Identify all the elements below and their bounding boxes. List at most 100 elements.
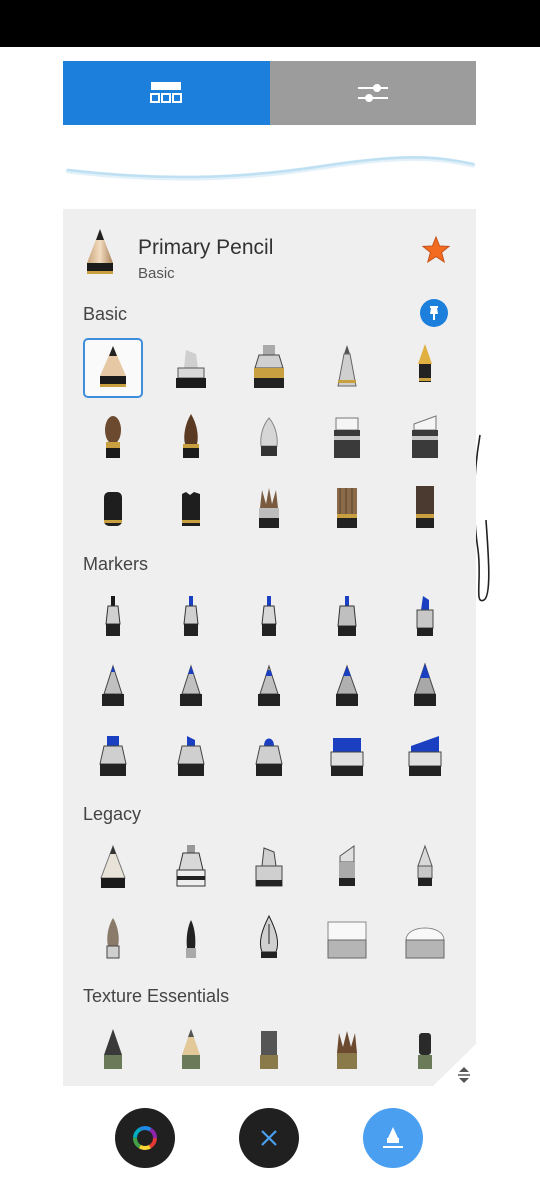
brush-grid-legacy [83,838,463,970]
brush-fine-liner-1[interactable] [83,588,143,648]
resize-handle-icon[interactable] [456,1066,472,1084]
round-brush-icon [105,416,121,458]
brush-texture-stamp[interactable] [239,1021,299,1081]
texture-crayon-icon [182,1029,200,1069]
wide-marker-icon [99,736,127,776]
brush-wide-marker-3[interactable] [239,728,299,788]
soft-tip-icon [260,417,278,456]
favorite-star-icon[interactable] [421,235,451,265]
brush-airbrush[interactable] [239,338,299,398]
airbrush-icon [254,345,284,388]
brush-grid-texture-essentials [83,1021,463,1081]
brush-pencil[interactable] [83,338,143,398]
dry-brush-icon [337,488,357,528]
brush-legacy-soft-eraser[interactable] [395,910,455,970]
sliders-icon [357,84,388,102]
brush-technical-pen[interactable] [317,588,377,648]
brush-wide-marker-1[interactable] [83,728,143,788]
brush-texture-crayon[interactable] [161,1021,221,1081]
texture-stamp-icon [260,1031,278,1069]
pin-button[interactable] [420,299,448,327]
flat-marker-icon [412,415,438,458]
legacy-fountain-pen-icon [259,914,279,958]
brush-marker-round[interactable] [239,658,299,718]
brush-dry-brush[interactable] [317,478,377,538]
brush-angled-block-marker[interactable] [395,728,455,788]
flat-brush-icon [416,486,434,528]
brush-legacy-round-brush[interactable] [83,910,143,970]
brush-icon [383,1127,403,1148]
brush-marker-brush[interactable] [395,658,455,718]
brush-blunt-pastel[interactable] [83,478,143,538]
brush-grid-icon [150,82,183,103]
brush-round-brush[interactable] [83,408,143,468]
brush-texture-charcoal[interactable] [395,1021,455,1081]
brush-wide-marker[interactable] [317,408,377,468]
legacy-soft-eraser-icon [405,927,445,959]
brush-texture-bristle[interactable] [317,1021,377,1081]
brush-fountain-pen[interactable] [395,338,455,398]
primary-pencil-icon [87,229,113,274]
fountain-pen-icon [418,344,432,382]
close-button[interactable] [239,1108,299,1168]
brush-ink-brush[interactable] [161,408,221,468]
tab-brush-library[interactable] [63,61,270,125]
brush-charcoal[interactable] [161,478,221,538]
brush-block-marker[interactable] [317,728,377,788]
texture-charcoal-icon [418,1033,432,1069]
wide-marker-icon [255,738,283,776]
brush-title: Primary Pencil [138,236,274,259]
legacy-pencil-icon [100,844,126,888]
brush-legacy-pencil[interactable] [83,838,143,898]
brush-legacy-ink-brush[interactable] [161,910,221,970]
color-wheel-icon [133,1126,157,1150]
chisel-marker-icon [176,350,206,388]
pencil-icon [100,346,126,387]
brush-marker-fine[interactable] [83,658,143,718]
color-button[interactable] [115,1108,175,1168]
marker-round-icon [258,664,280,706]
brush-grid-markers [83,588,463,788]
brush-marker-medium[interactable] [161,658,221,718]
brush-flat-brush[interactable] [395,478,455,538]
brush-legacy-ballpoint[interactable] [395,838,455,898]
legacy-round-brush-icon [106,918,120,959]
marker-brush-icon [414,662,436,706]
brush-legacy-flat-marker[interactable] [317,838,377,898]
legacy-airbrush-icon [176,845,206,887]
bristle-icon [259,488,279,528]
brush-legacy-airbrush[interactable] [161,838,221,898]
brush-flat-marker[interactable] [395,408,455,468]
brush-library-panel: Primary Pencil Basic Basic Markers Legac… [63,209,476,1086]
brush-legacy-chisel[interactable] [239,838,299,898]
section-label-texture-essentials: Texture Essentials [83,986,230,1006]
brush-wide-marker-2[interactable] [161,728,221,788]
ballpoint-icon [337,345,357,387]
fine-liner-icon [183,596,199,636]
tab-brush-properties[interactable] [269,61,476,125]
legacy-ink-brush-icon [186,920,196,958]
brush-legacy-eraser[interactable] [317,910,377,970]
brush-chisel-marker[interactable] [161,338,221,398]
brush-fine-liner-3[interactable] [239,588,299,648]
ink-brush-icon [183,414,199,458]
brush-soft-eraser-tip[interactable] [239,408,299,468]
fine-liner-icon [261,596,277,636]
brush-bristle[interactable] [239,478,299,538]
brush-legacy-fountain-pen[interactable] [239,910,299,970]
brush-grid-basic [83,338,463,538]
bottom-toolbar [0,1108,540,1168]
brush-texture-pencil[interactable] [83,1021,143,1081]
brush-calligraphy-pen[interactable] [395,588,455,648]
brush-marker-pointed[interactable] [317,658,377,718]
angled-block-marker-icon [408,736,442,776]
legacy-flat-marker-icon [339,845,355,886]
section-label-legacy: Legacy [83,804,142,824]
texture-bristle-icon [337,1031,357,1069]
block-marker-icon [330,738,364,776]
brush-button[interactable] [363,1108,423,1168]
current-brush-header[interactable]: Primary Pencil Basic [63,209,476,289]
brush-ballpoint[interactable] [317,338,377,398]
brush-fine-liner-2[interactable] [161,588,221,648]
technical-pen-icon [337,596,357,636]
